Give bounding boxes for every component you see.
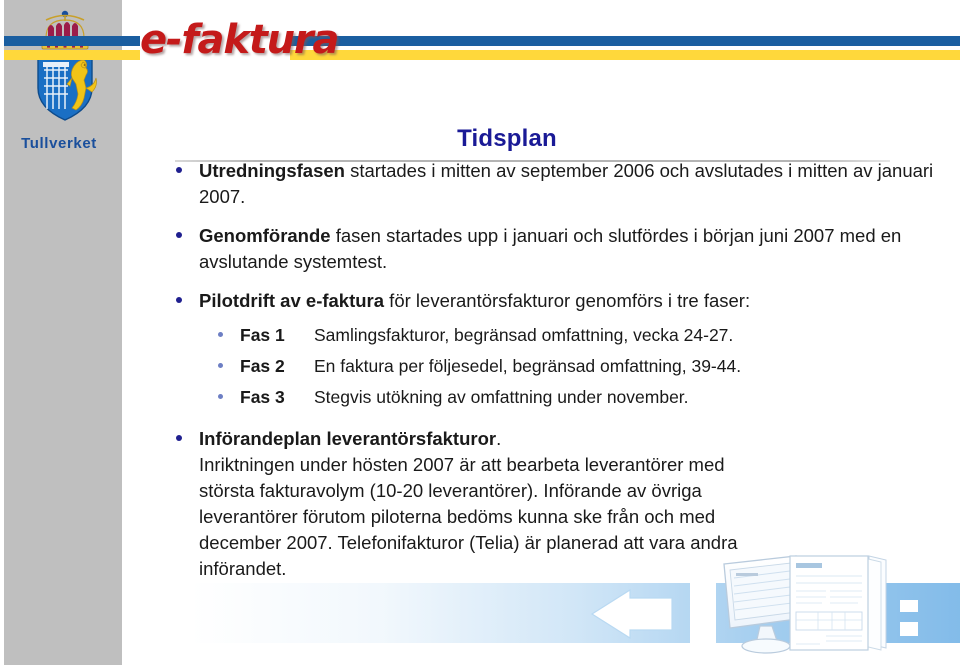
phase-text: Samlingsfakturor, begränsad omfattning, …: [314, 325, 734, 345]
plan-line: Inriktningen under hösten 2007 är att be…: [199, 454, 725, 475]
phase-label: Fas 1: [240, 325, 285, 345]
phase-label: Fas 3: [240, 387, 285, 407]
phase-label: Fas 2: [240, 356, 285, 376]
phase-text: En faktura per följesedel, begränsad omf…: [314, 356, 742, 376]
plan-line: största fakturavolym (10-20 leverantörer…: [199, 480, 702, 501]
bullet-dot-icon: [176, 232, 182, 238]
slide-content: Tidsplan Utredningsfasen startades i mit…: [122, 70, 960, 665]
list-item-plan: Införandeplan leverantörsfakturor. Inrik…: [166, 426, 956, 582]
list-item-phase: Fas 1 Samlingsfakturor, begränsad omfattn…: [166, 323, 956, 348]
plan-lead: Införandeplan leverantörsfakturor: [199, 428, 497, 449]
sub-bullet-dot-icon: [218, 394, 223, 399]
list-item: Utredningsfasen startades i mitten av se…: [166, 158, 956, 210]
list-item: Genomförande fasen startades upp i janua…: [166, 223, 956, 275]
plan-line: införandet.: [199, 558, 287, 579]
list-item-phase: Fas 3 Stegvis utökning av omfattning unde…: [166, 385, 956, 410]
sub-bullet-dot-icon: [218, 332, 223, 337]
phase-text: Stegvis utökning av omfattning under nov…: [314, 387, 689, 407]
list-item: Pilotdrift av e-faktura för leverantörsf…: [166, 288, 956, 314]
efaktura-wordmark-text: e-faktura: [140, 17, 339, 63]
efaktura-wordmark: e-faktura: [140, 14, 339, 66]
plan-line: leverantörer förutom piloterna bedöms ku…: [199, 506, 716, 527]
bullet-list: Utredningsfasen startades i mitten av se…: [166, 158, 956, 595]
plan-lead-suffix: .: [496, 428, 502, 449]
sub-bullet-dot-icon: [218, 363, 223, 368]
organization-label: Tullverket: [21, 135, 97, 152]
decoration-band: [190, 583, 960, 643]
list-item-phase: Fas 2 En faktura per följesedel, begränsa…: [166, 354, 956, 379]
bullet-dot-icon: [176, 167, 182, 173]
swedish-coat-of-arms-icon: [26, 8, 104, 130]
list-item-lead: Utredningsfasen: [199, 160, 345, 181]
page-title: Tidsplan: [457, 125, 557, 152]
plan-line: december 2007. Telefonifakturor (Telia) …: [199, 532, 738, 553]
list-item-lead: Pilotdrift av e-faktura: [199, 290, 385, 311]
list-item-lead: Genomförande: [199, 225, 331, 246]
bullet-dot-icon: [176, 297, 182, 303]
bullet-dot-icon: [176, 435, 182, 441]
list-item-text: för leverantörsfakturor genomförs i tre …: [384, 290, 751, 311]
